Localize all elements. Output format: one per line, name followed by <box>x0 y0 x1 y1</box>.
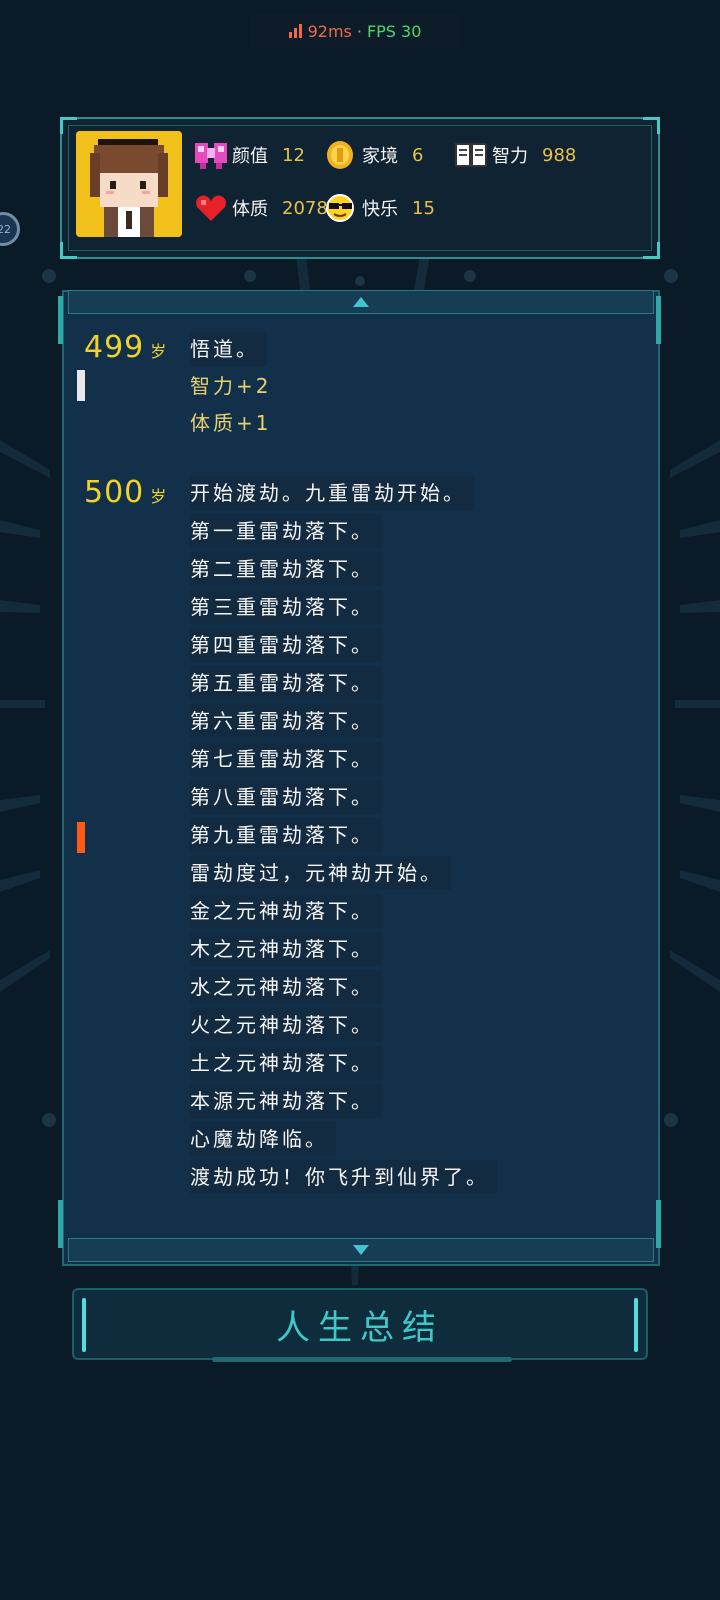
log-line: 第八重雷劫落下。 <box>190 780 382 814</box>
entry-marker-white <box>77 370 85 401</box>
age-label: 500 岁 <box>84 475 167 510</box>
stat-intelligence: 智力 988 <box>454 140 576 170</box>
stat-label: 智力 <box>492 146 528 167</box>
life-log-panel[interactable] <box>62 290 660 1266</box>
stat-label: 家境 <box>362 146 398 167</box>
stat-value: 15 <box>412 197 435 219</box>
entry-marker-orange <box>77 822 85 853</box>
panel-edge-accent <box>58 296 63 344</box>
stat-value: 6 <box>412 144 424 166</box>
scroll-up-button[interactable] <box>68 290 654 314</box>
ping-value: 92ms <box>307 21 352 41</box>
stat-value: 988 <box>542 144 577 166</box>
log-line: 心魔劫降临。 <box>190 1122 336 1156</box>
log-line: 第九重雷劫落下。 <box>190 818 382 852</box>
log-line: 悟道。 <box>190 332 267 366</box>
life-summary-label: 人生总结 <box>276 1307 444 1348</box>
button-left-cap <box>82 1298 86 1352</box>
log-line: 第四重雷劫落下。 <box>190 628 382 662</box>
arrow-up-icon <box>353 297 369 307</box>
stat-family: 家境 6 <box>324 140 423 170</box>
stat-happiness: 快乐 15 <box>324 193 435 223</box>
log-line: 第七重雷劫落下。 <box>190 742 382 776</box>
bow-icon <box>194 140 228 170</box>
heart-icon <box>194 193 228 223</box>
signal-icon <box>288 24 302 38</box>
button-underline <box>212 1357 512 1362</box>
coin-icon <box>324 140 358 170</box>
log-line: 开始渡劫。九重雷劫开始。 <box>190 476 474 510</box>
stat-physique: 体质 2078 <box>194 193 328 223</box>
network-status: 92ms · FPS 30 <box>250 14 460 48</box>
log-line: 第二重雷劫落下。 <box>190 552 382 586</box>
panel-edge-accent <box>656 296 661 344</box>
log-line: 土之元神劫落下。 <box>190 1046 382 1080</box>
sunglasses-icon <box>324 193 358 223</box>
log-line: 雷劫度过，元神劫开始。 <box>190 856 451 890</box>
arrow-down-icon <box>353 1245 369 1255</box>
log-line: 智力+2 <box>190 374 272 398</box>
book-icon <box>454 140 488 170</box>
age-unit: 岁 <box>150 342 168 361</box>
log-line: 木之元神劫落下。 <box>190 932 382 966</box>
log-line: 第一重雷劫落下。 <box>190 514 382 548</box>
side-bubble-text: 22 <box>0 222 11 236</box>
stat-label: 颜值 <box>232 146 268 167</box>
avatar[interactable] <box>76 131 182 237</box>
stat-value: 2078 <box>282 197 328 219</box>
log-line: 第三重雷劫落下。 <box>190 590 382 624</box>
log-line: 本源元神劫落下。 <box>190 1084 382 1118</box>
log-line: 体质+1 <box>190 411 272 435</box>
age-unit: 岁 <box>150 487 168 506</box>
fps-value: FPS 30 <box>366 21 422 41</box>
log-line: 金之元神劫落下。 <box>190 894 382 928</box>
stat-value: 12 <box>282 144 305 166</box>
button-right-cap <box>634 1298 638 1352</box>
age-number: 499 <box>84 330 145 365</box>
avatar-character-icon <box>76 131 182 237</box>
status-separator: · <box>356 21 362 41</box>
age-number: 500 <box>84 475 145 510</box>
log-line: 渡劫成功！你飞升到仙界了。 <box>190 1160 497 1194</box>
log-line: 火之元神劫落下。 <box>190 1008 382 1042</box>
stat-label: 快乐 <box>362 199 398 220</box>
log-line: 水之元神劫落下。 <box>190 970 382 1004</box>
age-label: 499 岁 <box>84 330 167 365</box>
life-summary-button[interactable]: 人生总结 <box>72 1288 648 1362</box>
stat-label: 体质 <box>232 199 268 220</box>
log-line: 第六重雷劫落下。 <box>190 704 382 738</box>
panel-edge-accent <box>58 1200 63 1248</box>
stat-appearance: 颜值 12 <box>194 140 305 170</box>
log-line: 第五重雷劫落下。 <box>190 666 382 700</box>
panel-edge-accent <box>656 1200 661 1248</box>
scroll-down-button[interactable] <box>68 1238 654 1262</box>
